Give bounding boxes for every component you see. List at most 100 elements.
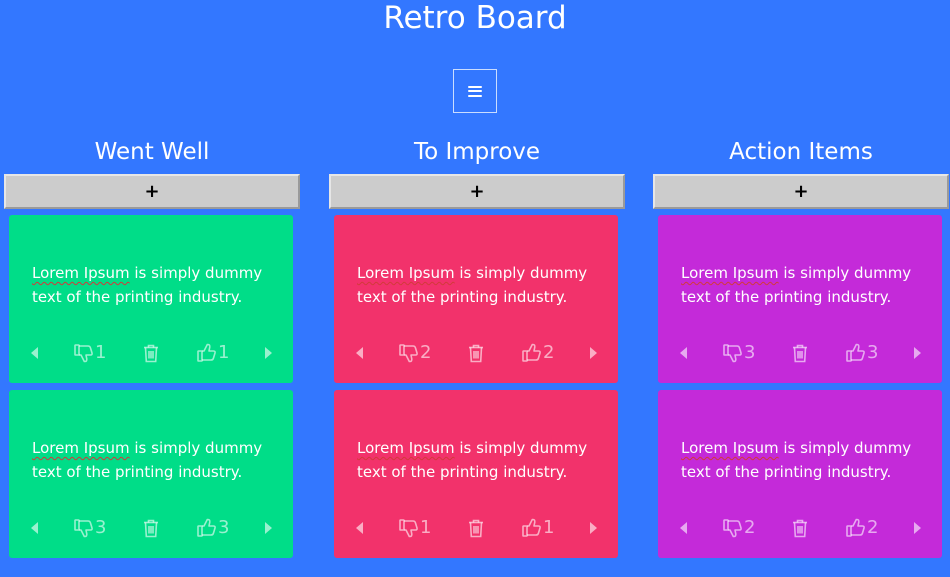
dislike-count: 2	[420, 342, 432, 363]
card-text-highlight: Lorem Ipsum	[357, 264, 455, 282]
delete-card-button[interactable]	[143, 339, 159, 367]
add-card-button[interactable]: +	[653, 174, 949, 209]
thumbs-down-icon	[74, 343, 94, 363]
dislike-count: 3	[95, 517, 107, 538]
card-actions: 2 2	[334, 339, 618, 367]
add-card-button[interactable]: +	[329, 174, 625, 209]
menu-button[interactable]	[453, 69, 497, 113]
card-actions: 1 1	[9, 339, 293, 367]
dislike-count: 2	[744, 517, 756, 538]
trash-icon	[792, 519, 808, 538]
like-count: 2	[867, 517, 879, 538]
caret-left-icon	[680, 522, 688, 534]
dislike-button[interactable]: 1	[399, 514, 431, 542]
trash-icon	[143, 344, 159, 363]
card-text: Lorem Ipsum is simply dummy text of the …	[681, 436, 921, 484]
trash-icon	[468, 519, 484, 538]
move-left-button[interactable]	[31, 514, 39, 542]
retro-card: Lorem Ipsum is simply dummy text of the …	[334, 390, 618, 558]
delete-card-button[interactable]	[792, 339, 808, 367]
retro-card: Lorem Ipsum is simply dummy text of the …	[658, 390, 942, 558]
column-title: Action Items	[729, 139, 873, 165]
column-title: To Improve	[413, 139, 541, 165]
caret-left-icon	[31, 347, 39, 359]
card-text-highlight: Lorem Ipsum	[32, 439, 130, 457]
delete-card-button[interactable]	[468, 514, 484, 542]
thumbs-down-icon	[74, 518, 94, 538]
retro-card: Lorem Ipsum is simply dummy text of the …	[9, 215, 293, 383]
move-right-button[interactable]	[589, 514, 597, 542]
like-button[interactable]: 3	[846, 339, 878, 367]
dislike-button[interactable]: 2	[399, 339, 431, 367]
move-right-button[interactable]	[913, 339, 921, 367]
move-left-button[interactable]	[356, 514, 364, 542]
like-button[interactable]: 2	[522, 339, 554, 367]
card-actions: 3 3	[9, 514, 293, 542]
caret-right-icon	[589, 522, 597, 534]
card-actions: 3 3	[658, 339, 942, 367]
caret-left-icon	[356, 347, 364, 359]
move-right-button[interactable]	[913, 514, 921, 542]
caret-right-icon	[913, 347, 921, 359]
card-actions: 2 2	[658, 514, 942, 542]
thumbs-down-icon	[723, 518, 743, 538]
move-right-button[interactable]	[264, 514, 272, 542]
caret-right-icon	[264, 522, 272, 534]
move-right-button[interactable]	[589, 339, 597, 367]
retro-board-page: Retro Board Went Well + Lorem Ipsum is s…	[0, 0, 950, 577]
card-text: Lorem Ipsum is simply dummy text of the …	[32, 436, 272, 484]
like-button[interactable]: 1	[522, 514, 554, 542]
like-count: 1	[543, 517, 555, 538]
caret-right-icon	[264, 347, 272, 359]
card-text-highlight: Lorem Ipsum	[32, 264, 130, 282]
trash-icon	[143, 519, 159, 538]
card-text: Lorem Ipsum is simply dummy text of the …	[681, 261, 921, 309]
caret-left-icon	[356, 522, 364, 534]
dislike-count: 1	[95, 342, 107, 363]
thumbs-up-icon	[522, 343, 542, 363]
add-card-button[interactable]: +	[4, 174, 300, 209]
like-count: 3	[218, 517, 230, 538]
delete-card-button[interactable]	[143, 514, 159, 542]
card-text-highlight: Lorem Ipsum	[357, 439, 455, 457]
column-went-well: Went Well + Lorem Ipsum is simply dummy …	[4, 136, 300, 558]
like-count: 2	[543, 342, 555, 363]
trash-icon	[468, 344, 484, 363]
delete-card-button[interactable]	[792, 514, 808, 542]
thumbs-down-icon	[399, 343, 419, 363]
like-count: 3	[867, 342, 879, 363]
move-right-button[interactable]	[264, 339, 272, 367]
thumbs-up-icon	[846, 518, 866, 538]
like-count: 1	[218, 342, 230, 363]
retro-card: Lorem Ipsum is simply dummy text of the …	[9, 390, 293, 558]
thumbs-down-icon	[723, 343, 743, 363]
page-title: Retro Board	[383, 0, 567, 36]
dislike-count: 3	[744, 342, 756, 363]
card-actions: 1 1	[334, 514, 618, 542]
move-left-button[interactable]	[680, 339, 688, 367]
dislike-button[interactable]: 1	[74, 339, 106, 367]
dislike-button[interactable]: 3	[74, 514, 106, 542]
card-text-highlight: Lorem Ipsum	[681, 439, 779, 457]
delete-card-button[interactable]	[468, 339, 484, 367]
like-button[interactable]: 1	[197, 339, 229, 367]
card-text: Lorem Ipsum is simply dummy text of the …	[357, 436, 597, 484]
thumbs-up-icon	[197, 518, 217, 538]
column-action-items: Action Items + Lorem Ipsum is simply dum…	[653, 136, 949, 558]
card-text: Lorem Ipsum is simply dummy text of the …	[32, 261, 272, 309]
retro-card: Lorem Ipsum is simply dummy text of the …	[658, 215, 942, 383]
dislike-button[interactable]: 3	[723, 339, 755, 367]
hamburger-menu-icon	[468, 85, 482, 97]
move-left-button[interactable]	[356, 339, 364, 367]
dislike-count: 1	[420, 517, 432, 538]
thumbs-up-icon	[846, 343, 866, 363]
thumbs-down-icon	[399, 518, 419, 538]
caret-left-icon	[31, 522, 39, 534]
move-left-button[interactable]	[680, 514, 688, 542]
like-button[interactable]: 3	[197, 514, 229, 542]
move-left-button[interactable]	[31, 339, 39, 367]
caret-right-icon	[913, 522, 921, 534]
card-text-highlight: Lorem Ipsum	[681, 264, 779, 282]
dislike-button[interactable]: 2	[723, 514, 755, 542]
like-button[interactable]: 2	[846, 514, 878, 542]
